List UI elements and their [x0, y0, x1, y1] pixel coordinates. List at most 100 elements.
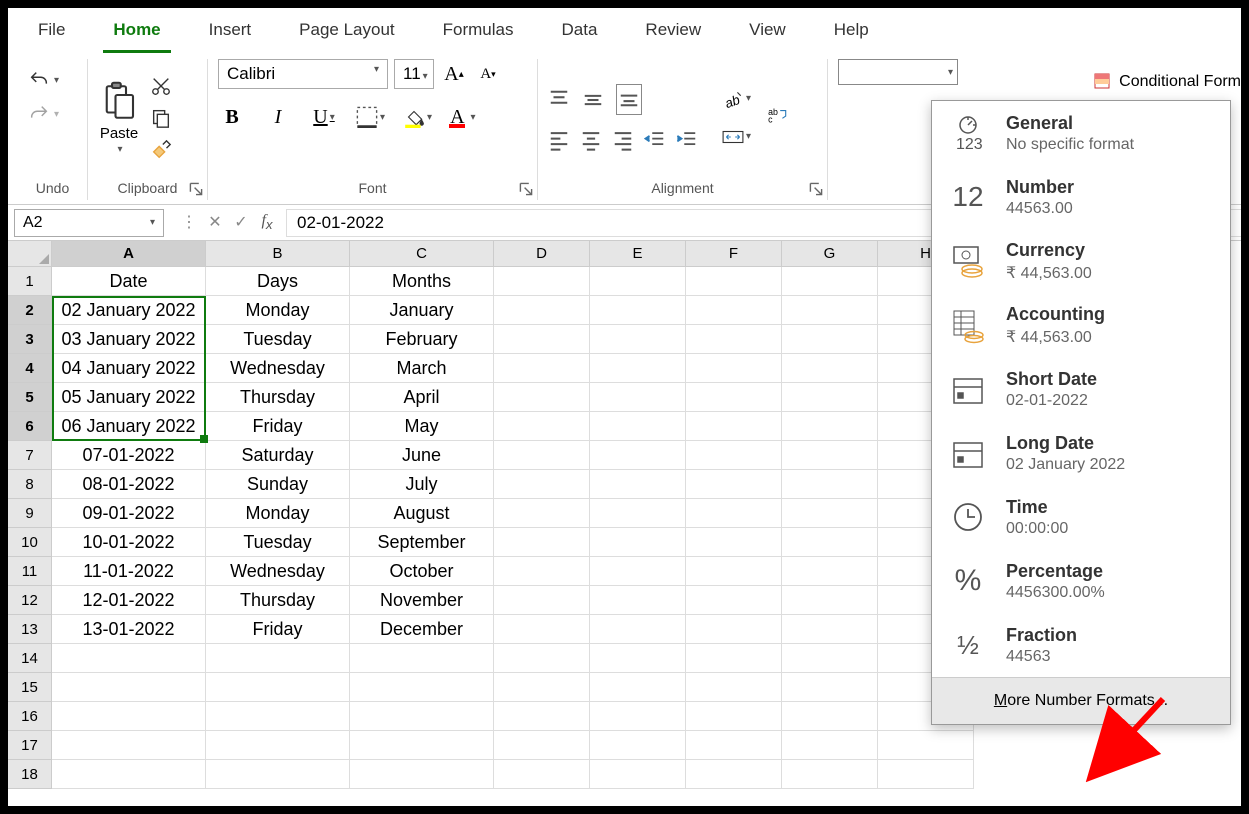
cell-C11[interactable]: October — [350, 557, 494, 586]
cell-D14[interactable] — [494, 644, 590, 673]
cell-A1[interactable]: Date — [52, 267, 206, 296]
font-dialog-launcher-icon[interactable] — [519, 182, 533, 196]
cell-A15[interactable] — [52, 673, 206, 702]
cell-G3[interactable] — [782, 325, 878, 354]
menu-review[interactable]: Review — [635, 14, 711, 53]
align-left-icon[interactable] — [548, 129, 570, 151]
cell-B2[interactable]: Monday — [206, 296, 350, 325]
row-header-13[interactable]: 13 — [8, 615, 52, 644]
cell-G11[interactable] — [782, 557, 878, 586]
cell-A9[interactable]: 09-01-2022 — [52, 499, 206, 528]
cell-C17[interactable] — [350, 731, 494, 760]
cell-F10[interactable] — [686, 528, 782, 557]
cell-B11[interactable]: Wednesday — [206, 557, 350, 586]
cell-F7[interactable] — [686, 441, 782, 470]
row-header-8[interactable]: 8 — [8, 470, 52, 499]
cell-F12[interactable] — [686, 586, 782, 615]
col-header-B[interactable]: B — [206, 241, 350, 267]
cell-E6[interactable] — [590, 412, 686, 441]
cell-G12[interactable] — [782, 586, 878, 615]
increase-font-button[interactable]: A▴ — [440, 60, 468, 88]
cell-F14[interactable] — [686, 644, 782, 673]
row-header-5[interactable]: 5 — [8, 383, 52, 412]
cell-G1[interactable] — [782, 267, 878, 296]
cell-D7[interactable] — [494, 441, 590, 470]
cell-F11[interactable] — [686, 557, 782, 586]
menu-insert[interactable]: Insert — [199, 14, 262, 53]
cell-H18[interactable] — [878, 760, 974, 789]
cell-C3[interactable]: February — [350, 325, 494, 354]
row-header-12[interactable]: 12 — [8, 586, 52, 615]
more-number-formats-button[interactable]: More Number Formats... — [932, 677, 1230, 724]
cell-A10[interactable]: 10-01-2022 — [52, 528, 206, 557]
cell-C16[interactable] — [350, 702, 494, 731]
format-option-percentage[interactable]: %Percentage4456300.00% — [932, 549, 1230, 613]
cell-E10[interactable] — [590, 528, 686, 557]
cell-E2[interactable] — [590, 296, 686, 325]
underline-button[interactable]: U▾ — [310, 103, 338, 131]
cell-G15[interactable] — [782, 673, 878, 702]
menu-help[interactable]: Help — [824, 14, 879, 53]
cell-B12[interactable]: Thursday — [206, 586, 350, 615]
row-header-4[interactable]: 4 — [8, 354, 52, 383]
cell-E5[interactable] — [590, 383, 686, 412]
cell-F9[interactable] — [686, 499, 782, 528]
cell-F5[interactable] — [686, 383, 782, 412]
select-all-corner[interactable] — [8, 241, 52, 267]
cell-G10[interactable] — [782, 528, 878, 557]
row-header-10[interactable]: 10 — [8, 528, 52, 557]
format-option-long-date[interactable]: Long Date02 January 2022 — [932, 421, 1230, 485]
paste-button[interactable]: Paste ▾ — [98, 81, 140, 155]
cell-B15[interactable] — [206, 673, 350, 702]
menu-file[interactable]: File — [28, 14, 75, 53]
cell-B14[interactable] — [206, 644, 350, 673]
cell-C1[interactable]: Months — [350, 267, 494, 296]
orientation-button[interactable]: ab▾ — [722, 88, 751, 110]
copy-icon[interactable] — [150, 107, 172, 129]
cell-D3[interactable] — [494, 325, 590, 354]
bold-button[interactable]: B — [218, 103, 246, 131]
cell-F13[interactable] — [686, 615, 782, 644]
cell-F2[interactable] — [686, 296, 782, 325]
font-color-button[interactable]: A▾ — [450, 104, 475, 130]
cancel-formula-icon[interactable]: ✕ — [204, 212, 226, 232]
clipboard-dialog-launcher-icon[interactable] — [189, 182, 203, 196]
cell-F4[interactable] — [686, 354, 782, 383]
cell-G6[interactable] — [782, 412, 878, 441]
italic-button[interactable]: I — [264, 103, 292, 131]
alignment-dialog-launcher-icon[interactable] — [809, 182, 823, 196]
cell-A11[interactable]: 11-01-2022 — [52, 557, 206, 586]
cell-D16[interactable] — [494, 702, 590, 731]
cell-E7[interactable] — [590, 441, 686, 470]
cell-G8[interactable] — [782, 470, 878, 499]
cell-G4[interactable] — [782, 354, 878, 383]
cell-C14[interactable] — [350, 644, 494, 673]
cell-B1[interactable]: Days — [206, 267, 350, 296]
cell-G16[interactable] — [782, 702, 878, 731]
merge-button[interactable]: ▾ — [722, 126, 751, 148]
cell-B6[interactable]: Friday — [206, 412, 350, 441]
cell-C7[interactable]: June — [350, 441, 494, 470]
format-painter-icon[interactable] — [150, 139, 172, 161]
cut-icon[interactable] — [150, 75, 172, 97]
cell-G2[interactable] — [782, 296, 878, 325]
row-header-9[interactable]: 9 — [8, 499, 52, 528]
cell-E13[interactable] — [590, 615, 686, 644]
wrap-text-button[interactable]: abc — [767, 104, 789, 131]
format-option-time[interactable]: Time00:00:00 — [932, 485, 1230, 549]
cell-D1[interactable] — [494, 267, 590, 296]
cell-E18[interactable] — [590, 760, 686, 789]
cell-A3[interactable]: 03 January 2022 — [52, 325, 206, 354]
cell-D11[interactable] — [494, 557, 590, 586]
format-option-number[interactable]: 12Number44563.00 — [932, 165, 1230, 229]
cell-B13[interactable]: Friday — [206, 615, 350, 644]
cell-A16[interactable] — [52, 702, 206, 731]
redo-button[interactable]: ▾ — [28, 103, 77, 125]
menu-data[interactable]: Data — [552, 14, 608, 53]
formula-options-icon[interactable]: ⋮ — [178, 212, 200, 232]
row-header-15[interactable]: 15 — [8, 673, 52, 702]
cell-E17[interactable] — [590, 731, 686, 760]
cell-D9[interactable] — [494, 499, 590, 528]
cell-A2[interactable]: 02 January 2022 — [52, 296, 206, 325]
cell-F6[interactable] — [686, 412, 782, 441]
